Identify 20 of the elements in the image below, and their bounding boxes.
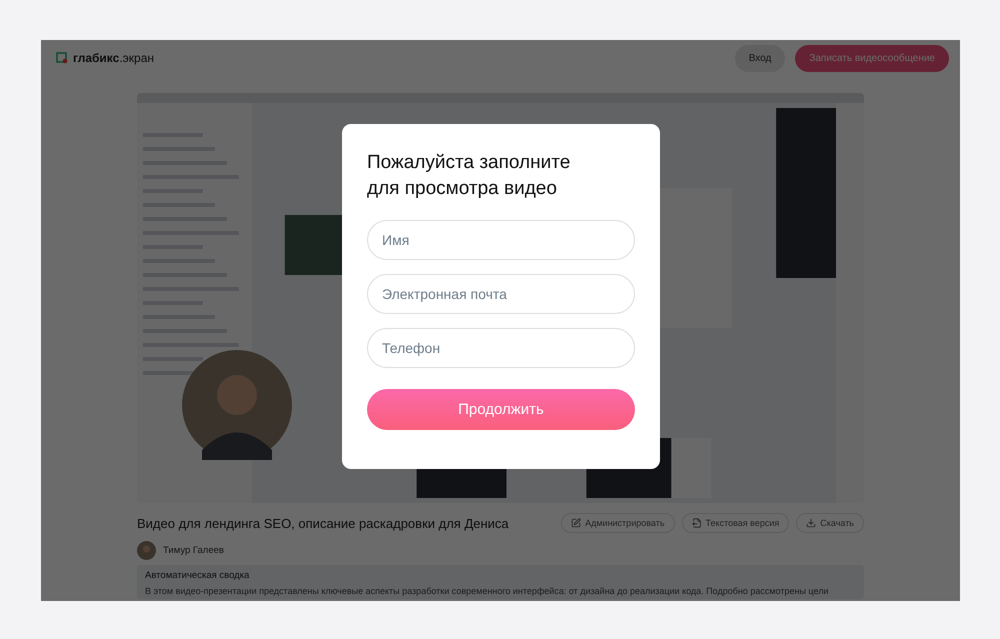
record-button[interactable]: Записать видеосообщение	[795, 44, 949, 72]
summary-text: В этом видео-презентации представлены ключевые аспекты разработки современного интерфейса: от дизайна до реализации кода. Подробно рассмотрены цели	[145, 585, 828, 597]
dialog-title: Пожалуйста заполните для просмотра видео	[367, 151, 572, 201]
input-field[interactable]: Имя	[367, 220, 635, 260]
continue-button[interactable]: Продолжить	[367, 389, 635, 430]
author-name: Тимур Галеев	[163, 545, 224, 556]
download-icon	[806, 518, 816, 528]
action-button[interactable]: Администрировать	[561, 513, 675, 533]
summary-title: Автоматическая сводка	[145, 570, 250, 581]
export-icon	[692, 518, 702, 528]
author-avatar	[137, 541, 156, 560]
action-button[interactable]: Текстовая версия	[682, 513, 790, 533]
input-field[interactable]: Телефон	[367, 328, 635, 368]
input-field[interactable]: Электронная почта	[367, 274, 635, 314]
logo-icon	[56, 52, 68, 64]
login-button[interactable]: Вход	[734, 44, 786, 72]
video-title: Видео для лендинга SEO, описание раскадровки для Дениса	[137, 516, 509, 530]
action-button[interactable]: Скачать	[796, 513, 864, 533]
edit-icon	[571, 518, 582, 528]
logo-text: глабикс.экран	[73, 51, 154, 65]
